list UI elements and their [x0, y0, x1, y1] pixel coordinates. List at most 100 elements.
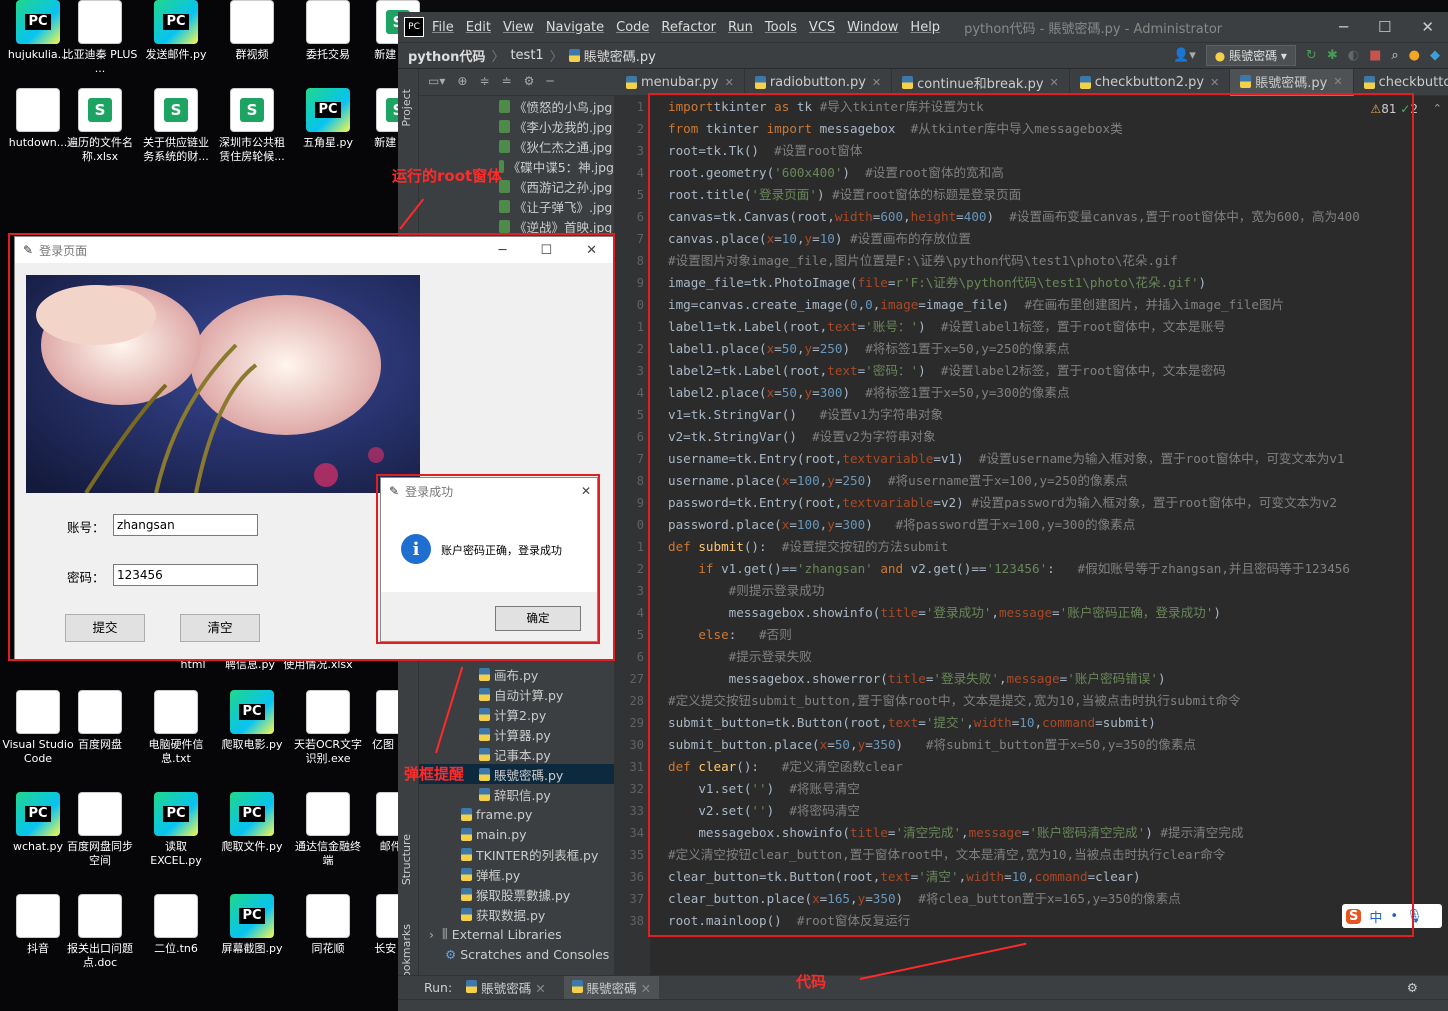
menu-vcs[interactable]: VCS [809, 20, 835, 35]
image-file-icon [499, 119, 510, 133]
tree-item[interactable]: 获取数据.py [419, 904, 614, 924]
navigation-bar: python代码〉 test1 〉 賬號密碼.py 👤▾ ● 賬號密碼 ▾ ↻ ✱… [398, 42, 1448, 68]
close-icon[interactable]: ✕ [1333, 75, 1342, 88]
desktop-icon-label: 委托交易 [306, 48, 350, 61]
desktop-icon[interactable]: S 深圳市公共租赁住房轮候... [214, 88, 290, 164]
close-icon[interactable]: ✕ [725, 76, 734, 89]
line-number: 6 [636, 210, 644, 224]
desktop-icon-label: 报关出口问题点.doc [67, 942, 133, 969]
run-config-select[interactable]: ● 賬號密碼 ▾ [1205, 45, 1296, 66]
popup-highlight [376, 474, 600, 644]
desktop-icon[interactable]: 群视频 [214, 0, 290, 62]
desktop-icon-label: 百度网盘同步空间 [67, 840, 133, 867]
desktop-icon[interactable]: 委托交易 [290, 0, 366, 62]
tree-item[interactable]: 《让子弹飞》.jpg [419, 196, 614, 216]
menu-edit[interactable]: Edit [466, 20, 491, 35]
expand-all-icon[interactable]: ≑ [479, 74, 489, 88]
hide-icon[interactable]: ─ [546, 74, 553, 88]
tree-item[interactable]: 《愤怒的小鸟.jpg [419, 96, 614, 116]
editor-tab[interactable]: checkbutton2.py ✕ [1070, 69, 1231, 96]
desktop-icon[interactable]: PC 爬取文件.py [214, 792, 290, 854]
close-icon[interactable]: ✕ [1050, 76, 1059, 89]
menu-file[interactable]: File [432, 20, 454, 35]
menu-window[interactable]: Window [847, 20, 898, 35]
breadcrumb-file[interactable]: 賬號密碼.py [584, 46, 656, 65]
desktop-icon[interactable]: 百度网盘 [62, 690, 138, 752]
tree-item[interactable]: main.py [419, 824, 614, 844]
editor-tab[interactable]: checkbutton3.py✕ [1354, 69, 1448, 96]
desktop-icon[interactable]: S 关于供应链业务系统的财... [138, 88, 214, 164]
maximize-icon[interactable]: ☐ [1378, 18, 1391, 36]
debug-icon[interactable]: ✱ [1327, 48, 1338, 63]
editor-tab[interactable]: 賬號密碼.py ✕ [1230, 69, 1354, 96]
project-tool-tab[interactable]: Project [400, 89, 413, 127]
breadcrumb-project[interactable]: python代码 [408, 46, 485, 65]
view-mode-icon[interactable]: ▭▾ [428, 74, 445, 88]
menu-refactor[interactable]: Refactor [661, 20, 716, 35]
editor-tab[interactable]: menubar.py ✕ [616, 69, 745, 96]
desktop-icon[interactable]: PC 发送邮件.py [138, 0, 214, 62]
tree-item[interactable]: 《狄仁杰之通.jpg [419, 136, 614, 156]
run-tab-1[interactable]: 賬號密碼 ✕ [466, 978, 546, 997]
chevron-up-icon[interactable]: ⌃ [1433, 102, 1442, 115]
run-icon[interactable]: ↻ [1306, 48, 1317, 63]
desktop-icon[interactable]: 电脑硬件信息.txt [138, 690, 214, 766]
collapse-all-icon[interactable]: ≐ [502, 74, 512, 88]
update-icon[interactable]: ● [1409, 48, 1420, 63]
desktop-icon[interactable]: 二位.tn6 [138, 894, 214, 956]
tree-item[interactable]: TKINTER的列表框.py [419, 844, 614, 864]
menu-tools[interactable]: Tools [765, 20, 797, 35]
tree-item[interactable]: 画布.py [419, 664, 614, 684]
search-icon[interactable]: ⌕ [1391, 48, 1398, 63]
settings-gear-icon[interactable]: ⚙ [524, 74, 535, 88]
menu-navigate[interactable]: Navigate [546, 20, 604, 35]
desktop-icon-label: 比亚迪秦 PLUS ... [62, 48, 138, 75]
desktop-icon[interactable]: 通达信金融终端 [290, 792, 366, 868]
tree-item[interactable]: 弹框.py [419, 864, 614, 884]
minimize-icon[interactable]: ─ [1339, 18, 1348, 36]
stop-icon[interactable]: ■ [1369, 48, 1381, 63]
editor-tab[interactable]: continue和break.py ✕ [892, 69, 1070, 96]
desktop-icon[interactable]: 天若OCR文字识别.exe [290, 690, 366, 766]
python-file-icon [1079, 76, 1091, 89]
tree-item[interactable]: › ⫼ External Libraries [419, 924, 614, 944]
tree-item[interactable]: 计算器.py [419, 724, 614, 744]
close-icon[interactable]: ✕ [1210, 76, 1219, 89]
python-file-icon [1363, 76, 1375, 89]
structure-tool-tab[interactable]: Structure [400, 834, 413, 885]
desktop-icon[interactable]: 同花顺 [290, 894, 366, 956]
tree-item[interactable]: 记事本.py [419, 744, 614, 764]
locate-icon[interactable]: ⊕ [457, 74, 467, 88]
close-icon[interactable]: ✕ [872, 76, 881, 89]
tree-item[interactable]: ⚙ Scratches and Consoles [419, 944, 614, 964]
tree-item[interactable]: 辞职信.py [419, 784, 614, 804]
coverage-icon[interactable]: ◐ [1348, 48, 1359, 63]
desktop-icon[interactable]: PC 五角星.py [290, 88, 366, 150]
tree-item[interactable]: 《李小龙我的.jpg [419, 116, 614, 136]
menu-help[interactable]: Help [910, 20, 940, 35]
user-icon[interactable]: 👤▾ [1173, 48, 1196, 63]
desktop-icon[interactable]: PC 屏幕截图.py [214, 894, 290, 956]
desktop-icon[interactable]: 比亚迪秦 PLUS ... [62, 0, 138, 76]
desktop-icon[interactable]: PC 爬取电影.py [214, 690, 290, 752]
desktop-icon[interactable]: PC 读取 EXCEL.py [138, 792, 214, 868]
editor-tab[interactable]: radiobutton.py ✕ [745, 69, 893, 96]
breadcrumb-folder[interactable]: test1 [510, 48, 543, 63]
file-icon [230, 0, 274, 44]
desktop-icon[interactable]: 百度网盘同步空间 [62, 792, 138, 868]
pycharm-logo-icon: PC [404, 17, 424, 37]
close-icon[interactable]: ✕ [1421, 18, 1434, 36]
tree-item[interactable]: 猴取股票數據.py [419, 884, 614, 904]
run-settings-gear-icon[interactable]: ⚙ [1407, 980, 1418, 995]
menu-run[interactable]: Run [728, 20, 753, 35]
tree-item[interactable]: frame.py [419, 804, 614, 824]
menu-code[interactable]: Code [616, 20, 649, 35]
line-number: 27 [629, 672, 644, 686]
logo-icon[interactable]: ◆ [1430, 48, 1440, 63]
desktop-icon[interactable]: S 遍历的文件名称.xlsx [62, 88, 138, 164]
desktop-icon[interactable]: 报关出口问题点.doc [62, 894, 138, 970]
run-tab-2[interactable]: 賬號密碼 ✕ [563, 976, 660, 999]
pycharm-icon: PC [16, 792, 60, 836]
tree-item[interactable]: 自动计算.py [419, 684, 614, 704]
menu-view[interactable]: View [503, 20, 534, 35]
